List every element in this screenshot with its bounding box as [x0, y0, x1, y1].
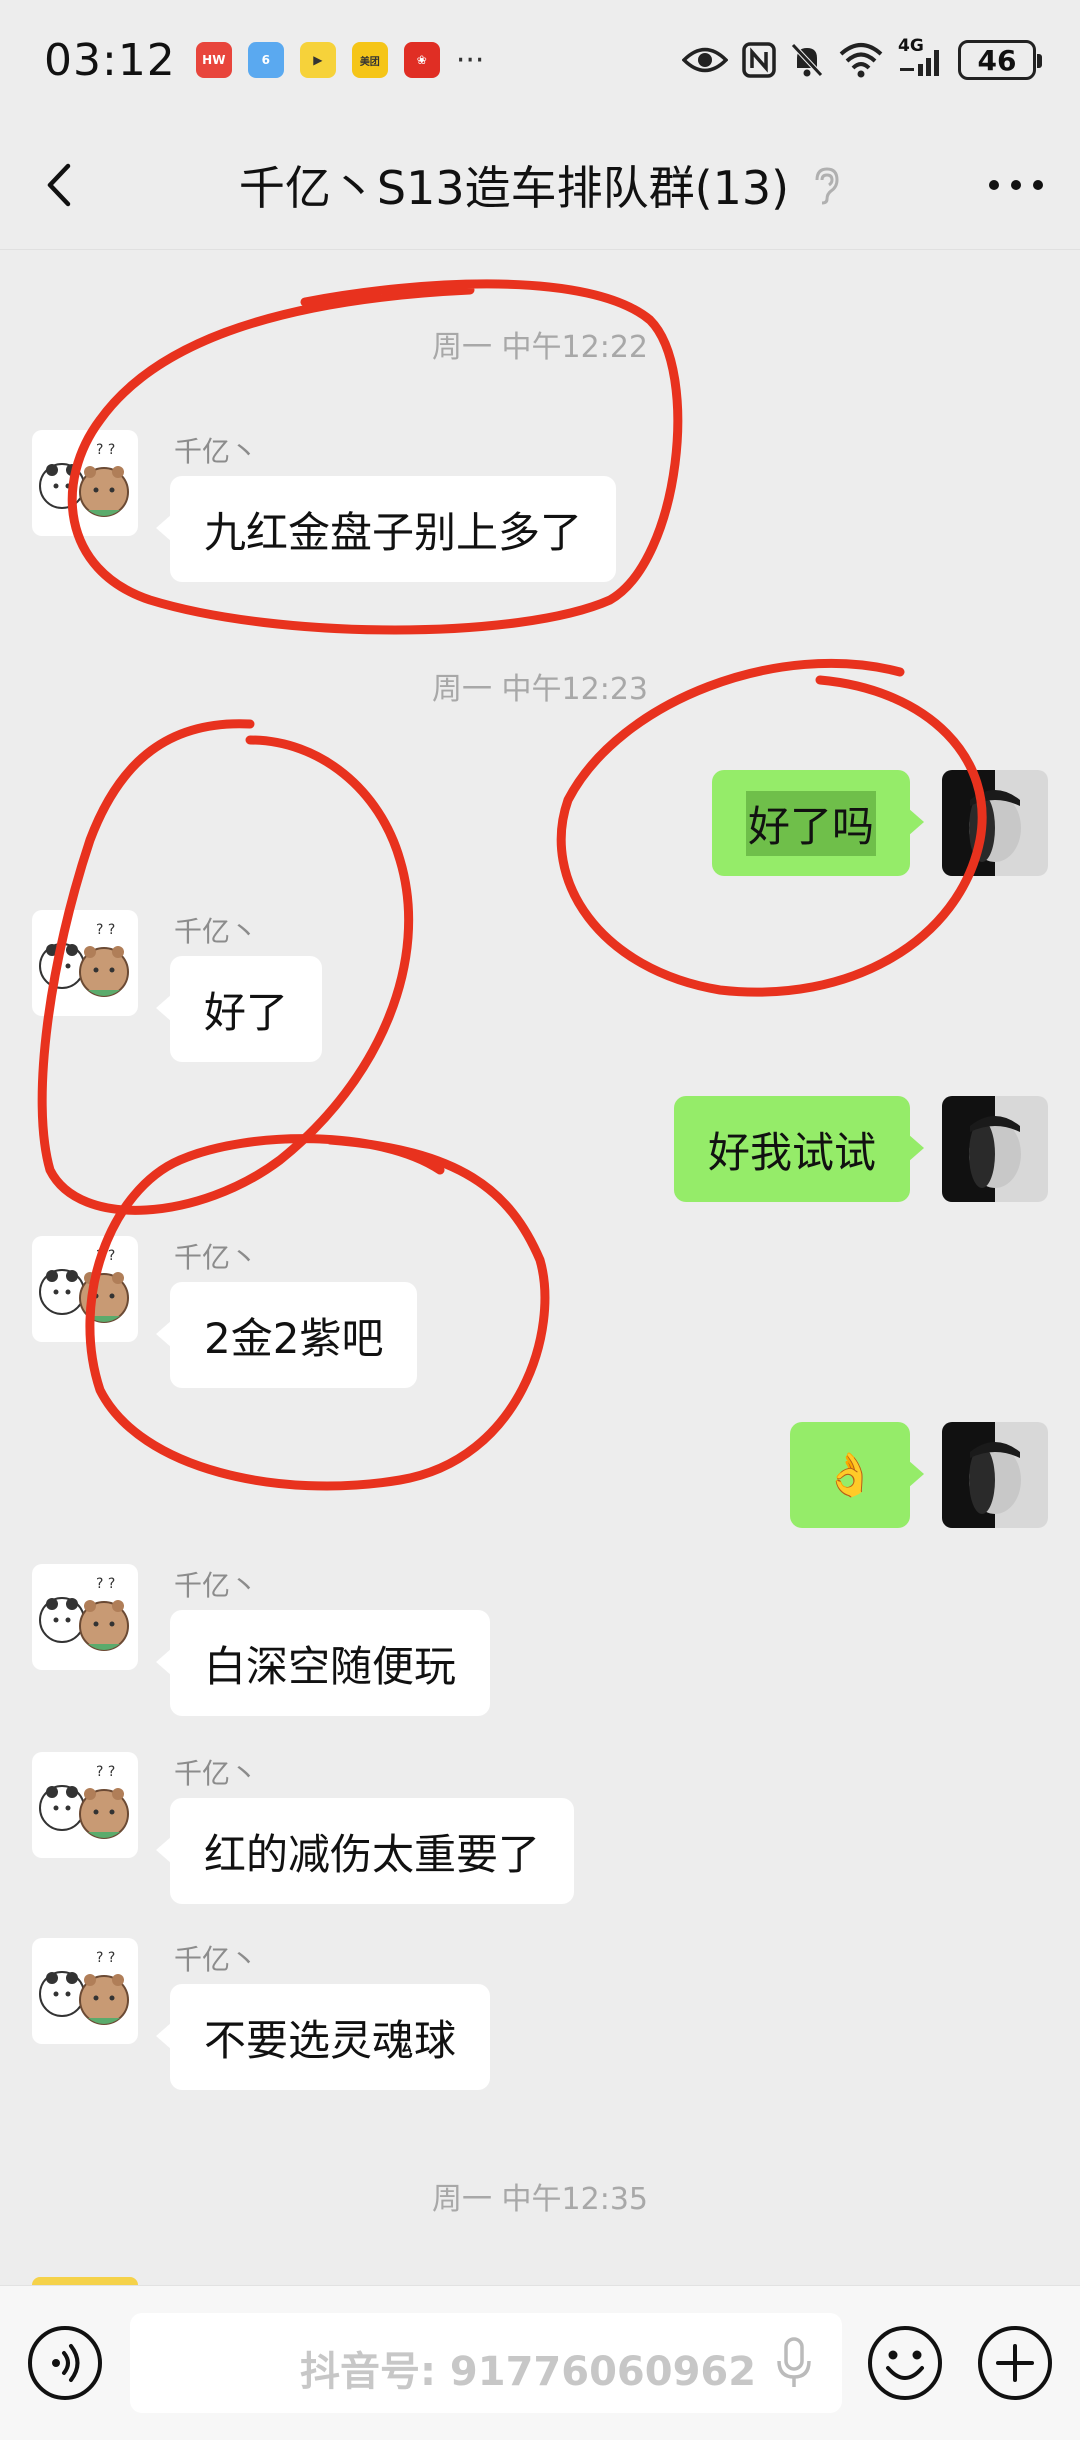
message-bubble-outgoing[interactable]: 好我试试 [673, 1096, 925, 1202]
status-time: 03:12 [44, 34, 176, 86]
battery-indicator: 46 [958, 40, 1042, 80]
network-type: 4G [898, 36, 924, 56]
message-text: 九红金盘子别上多了 [204, 507, 583, 557]
sender-name: 千亿丶 [174, 1569, 259, 1602]
notification-icons: HW 6 ▶ 美团 ❀ ··· [195, 42, 485, 78]
douyin-watermark: 抖音号: 91776060962 [300, 2349, 757, 2395]
svg-text:? ?: ? ? [96, 1764, 115, 1780]
bear-panda-avatar-icon: ? ? [39, 922, 129, 997]
my-avatar[interactable] [942, 1422, 1048, 1528]
huawei-app-icon: HW [195, 42, 232, 78]
message-input-bar: 抖音号: 91776060962 [0, 2285, 1080, 2440]
message-text: 好了 [204, 987, 289, 1037]
smiley-icon [868, 2326, 942, 2400]
eye-icon [682, 45, 728, 75]
bear-panda-avatar-icon: ? ? [39, 442, 129, 517]
sender-avatar[interactable]: ? ? [32, 1752, 138, 1858]
bear-panda-avatar-icon: ? ? [39, 1950, 129, 2025]
sender-avatar[interactable]: ? ? [32, 910, 138, 1016]
mute-bell-icon [790, 42, 824, 78]
bear-panda-avatar-icon: ? ? [39, 1764, 129, 1839]
message-text: 红的减伤太重要了 [204, 1829, 541, 1879]
sender-avatar[interactable]: ? ? [32, 1236, 138, 1342]
message-text: 好我试试 [707, 1127, 876, 1177]
svg-text:? ?: ? ? [96, 922, 115, 938]
more-options-button[interactable] [988, 172, 1044, 198]
message-timestamp: 周一 中午12:23 [432, 672, 648, 707]
my-avatar[interactable] [942, 1096, 1048, 1202]
message-bubble-incoming[interactable]: 九红金盘子别上多了 [155, 476, 617, 582]
ellipsis-icon [989, 180, 1043, 190]
battery-level: 46 [977, 43, 1017, 77]
pinduoduo-icon: ❀ [403, 42, 440, 78]
message-text: 白深空随便玩 [204, 1641, 457, 1691]
voice-icon [28, 2326, 102, 2400]
sender-name: 千亿丶 [174, 1757, 259, 1790]
meituan-icon: 美团 [351, 42, 388, 78]
message-text: 2金2紫吧 [204, 1313, 384, 1363]
message-text-input[interactable]: 抖音号: 91776060962 [130, 2313, 842, 2413]
sender-name: 千亿丶 [174, 1943, 259, 1976]
sender-avatar[interactable]: ? ? [32, 1938, 138, 2044]
partial-avatar [32, 2277, 138, 2285]
svg-text:? ?: ? ? [96, 1950, 115, 1966]
message-timestamp: 周一 中午12:35 [432, 2182, 648, 2217]
chat-header: 千亿丶S13造车排队群(13) [0, 120, 1080, 250]
ok-hand-emoji: 👌 [823, 1450, 876, 1499]
portrait-avatar-icon [942, 1422, 1048, 1528]
message-text-selected: 好了吗 [745, 790, 876, 856]
message-bubble-incoming[interactable]: 红的减伤太重要了 [155, 1798, 575, 1904]
cellular-signal-icon: 4G [898, 36, 944, 78]
bear-panda-avatar-icon: ? ? [39, 1248, 129, 1323]
wifi-icon [838, 42, 884, 78]
nfc-icon [742, 42, 776, 78]
voice-input-button[interactable] [26, 2324, 104, 2402]
sender-avatar[interactable]: ? ? [32, 430, 138, 536]
message-bubble-incoming[interactable]: 白深空随便玩 [155, 1610, 491, 1716]
svg-text:? ?: ? ? [96, 442, 115, 458]
emoji-button[interactable] [866, 2324, 944, 2402]
sender-name: 千亿丶 [174, 435, 259, 468]
chat-title: 千亿丶S13造车排队群(13) [238, 160, 790, 215]
ear-icon [811, 166, 841, 210]
chat-message-list[interactable]: 周一 中午12:22 ? ? 千亿丶 九红金盘子别上多了 周一 中午12:23 … [0, 250, 1080, 2285]
message-bubble-outgoing[interactable]: 好了吗 [711, 770, 925, 876]
back-button[interactable] [36, 160, 86, 210]
sender-name: 千亿丶 [174, 915, 259, 948]
svg-text:? ?: ? ? [96, 1576, 115, 1592]
svg-text:? ?: ? ? [96, 1248, 115, 1264]
more-notifications-icon: ··· [455, 42, 485, 78]
video-app-icon: ▶ [299, 42, 336, 78]
sender-name: 千亿丶 [174, 1241, 259, 1274]
plus-icon [978, 2326, 1052, 2400]
message-timestamp: 周一 中午12:22 [432, 330, 648, 365]
portrait-avatar-icon [942, 770, 1048, 876]
chevron-left-icon [47, 163, 71, 207]
microphone-icon [774, 2335, 814, 2395]
my-avatar[interactable] [942, 770, 1048, 876]
tiktok-icon: 6 [247, 42, 284, 78]
more-functions-button[interactable] [976, 2324, 1054, 2402]
message-bubble-outgoing[interactable]: 👌 [789, 1422, 925, 1528]
message-bubble-incoming[interactable]: 不要选灵魂球 [155, 1984, 491, 2090]
status-right: 4G 46 [682, 36, 1042, 80]
sender-avatar[interactable]: ? ? [32, 1564, 138, 1670]
portrait-avatar-icon [942, 1096, 1048, 1202]
message-text: 不要选灵魂球 [204, 2015, 457, 2065]
message-bubble-incoming[interactable]: 2金2紫吧 [155, 1282, 418, 1388]
bear-panda-avatar-icon: ? ? [39, 1576, 129, 1651]
status-bar: 03:12 HW 6 ▶ 美团 ❀ ··· 4G 46 [0, 0, 1080, 120]
message-bubble-incoming[interactable]: 好了 [155, 956, 323, 1062]
